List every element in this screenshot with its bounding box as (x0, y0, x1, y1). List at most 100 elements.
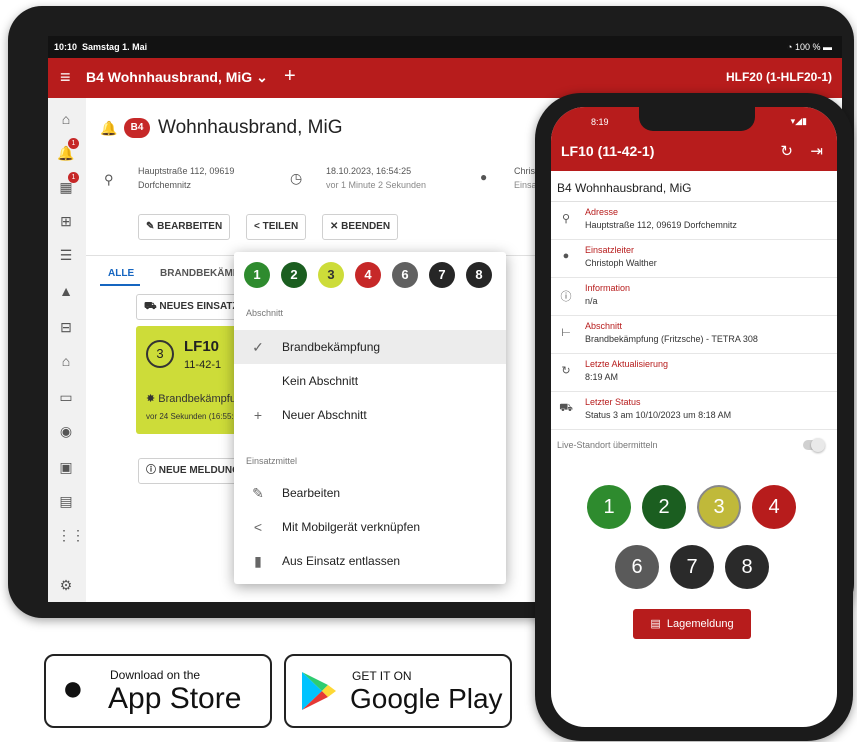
pencil-icon: ✎ (252, 485, 264, 501)
menu-item-label: Brandbekämpfung (282, 340, 381, 354)
share-icon: < (253, 519, 263, 535)
menu-item-release[interactable]: ▮ Aus Einsatz entlassen (234, 544, 506, 578)
app-store-badge[interactable]: ● Download on the App Store (44, 654, 272, 728)
fire-icon: ✸ (146, 393, 156, 405)
phone-status-7[interactable]: 7 (670, 545, 714, 589)
contact-card-icon[interactable]: ▣ (57, 458, 75, 476)
share-icon: < (254, 221, 260, 232)
share-button[interactable]: < TEILEN (246, 214, 307, 240)
menu-item-link-mobile[interactable]: < Mit Mobilgerät verknüpfen (234, 510, 506, 544)
app-store-line1: Download on the (110, 668, 201, 682)
status-7-button[interactable]: 7 (429, 262, 455, 288)
car-icon[interactable]: ⊟ (57, 318, 75, 336)
row-value: Status 3 am 10/10/2023 um 8:18 AM (585, 410, 732, 420)
status-2-button[interactable]: 2 (281, 262, 307, 288)
tab-indicator (100, 284, 140, 286)
edit-button[interactable]: ✎ BEARBEITEN (138, 214, 231, 240)
status-4-button[interactable]: 4 (355, 262, 381, 288)
phone-status-4[interactable]: 4 (752, 485, 796, 529)
wifi-icon: ◔ (787, 42, 793, 52)
info-row-last-update: ↻ Letzte Aktualisierung 8:19 AM (551, 354, 837, 392)
new-report-button[interactable]: ⓘ NEUE MELDUNG (138, 458, 248, 484)
incident-selector[interactable]: B4 Wohnhausbrand, MiG ⌄ (86, 69, 268, 86)
row-key: Abschnitt (585, 321, 623, 331)
live-location-toggle[interactable] (803, 438, 825, 452)
person-icon: ● (480, 170, 488, 184)
menu-icon[interactable]: ≡ (60, 67, 71, 88)
location-pin-icon: ⚲ (104, 172, 114, 187)
row-value: 8:19 AM (585, 372, 619, 382)
clock-icon: ◷ (290, 170, 303, 186)
status-1-button[interactable]: 1 (244, 262, 270, 288)
location-pin-icon: ⚲ (561, 213, 571, 225)
menu-item-fire-fighting[interactable]: ✓ Brandbekämpfung (234, 330, 506, 364)
info-row-section: ⊢ Abschnitt Brandbekämpfung (Fritzsche) - … (551, 316, 837, 354)
alarm-badge: 1 (68, 138, 79, 149)
refresh-icon[interactable]: ↻ (780, 142, 793, 160)
row-key: Information (585, 283, 631, 293)
status-8-button[interactable]: 8 (466, 262, 492, 288)
google-play-badge[interactable]: GET IT ON Google Play (284, 654, 512, 728)
menu-item-label: Aus Einsatz entlassen (282, 554, 401, 568)
phone-device: 8:19 ▾◢▮ LF10 (11-42-1) ↻ ⇥ B4 Wohnhausb… (535, 93, 853, 741)
incident-code-badge: B4 (124, 118, 150, 138)
unit-time: vor 24 Sekunden (16:55:02) (146, 412, 246, 421)
logout-icon[interactable]: ⇥ (810, 142, 823, 160)
menu-item-label: Kein Abschnitt (282, 374, 359, 388)
apps-grid-icon[interactable]: ⋮⋮ (57, 526, 85, 544)
building-icon[interactable]: ⌂ (57, 352, 75, 370)
address-line2: Dorfchemnitz (138, 180, 192, 190)
phone-status-2[interactable]: 2 (642, 485, 686, 529)
live-location-label: Live-Standort übermitteln (557, 440, 658, 450)
tab-all[interactable]: ALLE (108, 268, 134, 279)
checklist-icon[interactable]: ☰ (57, 246, 75, 264)
app-bar: ≡ B4 Wohnhausbrand, MiG ⌄ + HLF20 (1-HLF… (48, 58, 842, 98)
close-icon: ✕ (330, 221, 339, 232)
phone-screen: 8:19 ▾◢▮ LF10 (11-42-1) ↻ ⇥ B4 Wohnhausb… (551, 107, 837, 727)
app-bar-title: B4 Wohnhausbrand, MiG (86, 69, 253, 85)
menu-item-edit[interactable]: ✎ Bearbeiten (234, 476, 506, 510)
signal-battery-icon: ▾◢▮ (790, 116, 807, 126)
info-row-address: ⚲ Adresse Hauptstraße 112, 09619 Dorfchemn… (551, 202, 837, 240)
medical-plus-icon[interactable]: ⊞ (57, 212, 75, 230)
compass-icon[interactable]: ◉ (57, 422, 75, 440)
end-button[interactable]: ✕ BEENDEN (322, 214, 399, 240)
menu-item-no-section[interactable]: Kein Abschnitt (234, 364, 506, 398)
pencil-icon: ✎ (146, 221, 155, 232)
end-label: BEENDEN (341, 221, 391, 232)
phone-status-8[interactable]: 8 (725, 545, 769, 589)
report-label: Lagemeldung (666, 618, 734, 630)
phone-status-1[interactable]: 1 (587, 485, 631, 529)
phone-status-3[interactable]: 3 (697, 485, 741, 529)
menu-item-label: Neuer Abschnitt (282, 408, 367, 422)
info-row-last-status: ⛟ Letzter Status Status 3 am 10/10/2023 um… (551, 392, 837, 430)
unit-header: Einsatzmittel (246, 456, 298, 466)
row-key: Letzter Status (585, 397, 641, 407)
row-value: Christoph Walther (585, 258, 657, 268)
check-icon: ✓ (252, 339, 264, 355)
google-play-logo-icon (302, 672, 336, 710)
trash-icon: ▮ (254, 553, 262, 569)
situation-report-button[interactable]: ▤ Lagemeldung (633, 609, 751, 639)
status-time: 10:10 (54, 42, 78, 52)
info-row-information: ⓘ Information n/a (551, 278, 837, 316)
plus-icon: + (253, 407, 263, 423)
document-list-icon[interactable]: ▤ (57, 492, 75, 510)
row-value: Brandbekämpfung (Fritzsche) - TETRA 308 (585, 334, 758, 344)
warning-icon[interactable]: ▲ (57, 282, 75, 300)
home-icon[interactable]: ⌂ (57, 110, 75, 128)
vehicle-icon: ⛟ (559, 402, 573, 414)
phone-status-6[interactable]: 6 (615, 545, 659, 589)
info-icon: ⓘ (560, 291, 572, 303)
menu-item-label: Mit Mobilgerät verknüpfen (282, 520, 421, 534)
tab-fire-fighting[interactable]: BRANDBEKÄMPF (160, 268, 246, 279)
menu-item-new-section[interactable]: + Neuer Abschnitt (234, 398, 506, 432)
unit-context-menu: 1 2 3 4 6 7 8 Abschnitt ✓ Brandbekämpfung… (234, 252, 506, 584)
settings-gear-icon[interactable]: ⚙ (57, 576, 75, 594)
navigation-rail: ⌂ 🔔 1 ▦ 1 ⊞ ☰ ▲ ⊟ ⌂ ▭ ◉ ▣ ▤ ⋮⋮ ⚙ (48, 98, 86, 602)
unit-label[interactable]: HLF20 (1-HLF20-1) (726, 70, 832, 84)
add-incident-button[interactable]: + (284, 65, 296, 88)
folder-icon[interactable]: ▭ (57, 388, 75, 406)
status-6-button[interactable]: 6 (392, 262, 418, 288)
status-3-button[interactable]: 3 (318, 262, 344, 288)
